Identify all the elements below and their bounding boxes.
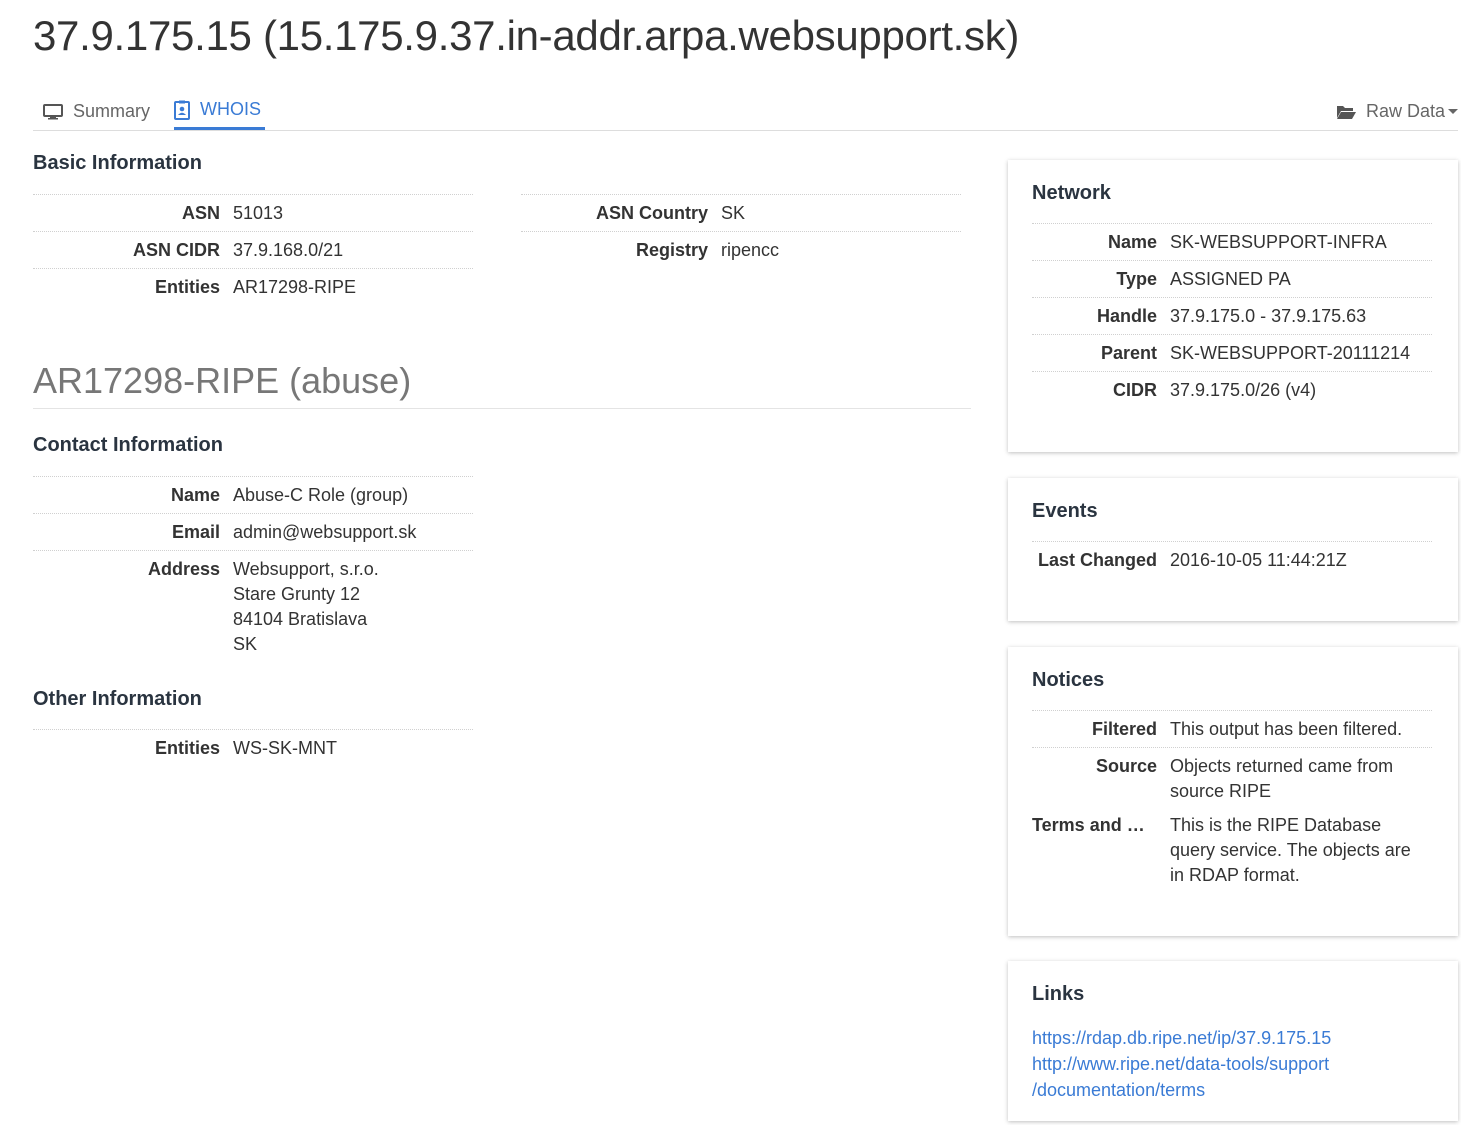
raw-data-label: Raw Data: [1365, 101, 1445, 121]
network-cidr-row: CIDR 37.9.175.0/26 (v4): [1032, 371, 1432, 408]
network-name-label: Name: [1107, 232, 1157, 252]
network-cidr-value: 37.9.175.0/26 (v4): [1170, 380, 1317, 400]
links-card: Links https://rdap.db.ripe.net/ip/37.9.1…: [1008, 961, 1458, 1121]
terms-link-line: http://www.ripe.net/data-tools/support: [1032, 1054, 1330, 1074]
notices-card: Notices Filtered This output has been fi…: [1008, 647, 1458, 936]
tab-summary[interactable]: Summary: [43, 92, 150, 131]
tab-whois-label: WHOIS: [200, 99, 261, 119]
asn-cidr-label: ASN CIDR: [132, 240, 220, 260]
contact-card-icon: [174, 100, 190, 120]
folder-open-icon: [1336, 104, 1356, 120]
tab-bar: Summary WHOIS Raw Data: [33, 92, 1458, 131]
asn-cidr-value: 37.9.168.0/21: [233, 240, 344, 260]
network-type-value: ASSIGNED PA: [1170, 269, 1291, 289]
entity-link-ws-sk-mnt[interactable]: WS-SK-MNT: [220, 736, 337, 761]
notice-source-row: Source Objects returned came from source…: [1032, 747, 1432, 807]
network-parent-row: Parent SK-WEBSUPPORT-20111214: [1032, 334, 1432, 371]
last-changed-row: Last Changed 2016-10-05 11:44:21Z: [1032, 541, 1432, 578]
address-line: Websupport, s.r.o.: [233, 559, 379, 579]
contact-address-label: Address: [147, 559, 220, 579]
contact-address-row: Address Websupport, s.r.o. Stare Grunty …: [33, 550, 473, 660]
network-cidr-label: CIDR: [1113, 380, 1157, 400]
notice-terms-row: Terms and Co... This is the RIPE Databas…: [1032, 807, 1432, 897]
terms-link[interactable]: http://www.ripe.net/data-tools/support /…: [1032, 1051, 1331, 1103]
events-heading: Events: [1032, 500, 1098, 522]
asn-row: ASN 51013: [33, 194, 473, 231]
other-information-heading: Other Information: [33, 688, 202, 710]
other-entities-row: Entities WS-SK-MNT: [33, 729, 473, 766]
entity-link-ar17298[interactable]: AR17298-RIPE: [220, 275, 356, 300]
registry-label: Registry: [635, 240, 708, 260]
network-name-row: Name SK-WEBSUPPORT-INFRA: [1032, 223, 1432, 260]
entity-title: AR17298-RIPE (abuse): [33, 360, 971, 409]
asn-value: 51013: [233, 203, 284, 223]
last-changed-label: Last Changed: [1037, 550, 1157, 570]
contact-email-label: Email: [171, 522, 220, 542]
notice-terms-value: This is the RIPE Database query service.…: [1170, 815, 1411, 885]
notice-filtered-row: Filtered This output has been filtered.: [1032, 710, 1432, 747]
notice-source-value: Objects returned came from source RIPE: [1170, 756, 1394, 801]
other-entities-label: Entities: [154, 738, 220, 758]
basic-information-heading: Basic Information: [33, 152, 202, 174]
links-heading: Links: [1032, 983, 1085, 1005]
tab-summary-label: Summary: [73, 101, 151, 121]
entities-label: Entities: [154, 277, 220, 297]
terms-link-line: /documentation/terms: [1032, 1080, 1206, 1100]
caret-down-icon: [1448, 109, 1458, 114]
contact-email-link[interactable]: admin@websupport.sk: [220, 520, 416, 545]
notice-filtered-label: Filtered: [1091, 719, 1157, 739]
network-type-row: Type ASSIGNED PA: [1032, 260, 1432, 297]
contact-email-row: Email admin@websupport.sk: [33, 513, 473, 550]
network-handle-row: Handle 37.9.175.0 - 37.9.175.63: [1032, 297, 1432, 334]
page-title: 37.9.175.15 (15.175.9.37.in-addr.arpa.we…: [33, 12, 1020, 59]
registry-value: ripencc: [721, 240, 780, 260]
network-parent-label: Parent: [1100, 343, 1157, 363]
tab-whois[interactable]: WHOIS: [174, 92, 265, 130]
network-heading: Network: [1032, 182, 1111, 204]
contact-name-value: Abuse-C Role (group): [233, 485, 409, 505]
network-handle-value: 37.9.175.0 - 37.9.175.63: [1170, 306, 1367, 326]
asn-cidr-row: ASN CIDR 37.9.168.0/21: [33, 231, 473, 268]
raw-data-dropdown[interactable]: Raw Data: [1336, 92, 1458, 131]
asn-country-row: ASN Country SK: [521, 194, 961, 231]
entities-row: Entities AR17298-RIPE: [33, 268, 473, 305]
last-changed-value: 2016-10-05 11:44:21Z: [1170, 550, 1347, 570]
network-card: Network Name SK-WEBSUPPORT-INFRA Type AS…: [1008, 160, 1458, 452]
notice-source-label: Source: [1095, 756, 1157, 776]
asn-label: ASN: [181, 203, 220, 223]
address-line: SK: [233, 634, 258, 654]
asn-country-label: ASN Country: [596, 203, 708, 223]
contact-information-heading: Contact Information: [33, 434, 223, 456]
address-line: 84104 Bratislava: [233, 609, 368, 629]
network-name-value: SK-WEBSUPPORT-INFRA: [1170, 232, 1387, 252]
rdap-link[interactable]: https://rdap.db.ripe.net/ip/37.9.175.15: [1032, 1025, 1331, 1051]
contact-name-label: Name: [170, 485, 220, 505]
network-type-label: Type: [1116, 269, 1157, 289]
contact-name-row: Name Abuse-C Role (group): [33, 476, 473, 513]
registry-row: Registry ripencc: [521, 231, 961, 268]
notice-filtered-value: This output has been filtered.: [1170, 719, 1403, 739]
notice-terms-label: Terms and Co...: [1032, 815, 1157, 835]
notices-heading: Notices: [1032, 669, 1105, 691]
network-handle-label: Handle: [1096, 306, 1157, 326]
links-list: https://rdap.db.ripe.net/ip/37.9.175.15 …: [1032, 1025, 1331, 1103]
events-card: Events Last Changed 2016-10-05 11:44:21Z: [1008, 478, 1458, 621]
asn-country-value: SK: [721, 203, 746, 223]
address-line: Stare Grunty 12: [233, 584, 361, 604]
contact-address-value: Websupport, s.r.o. Stare Grunty 12 84104…: [220, 557, 379, 657]
network-parent-value: SK-WEBSUPPORT-20111214: [1170, 343, 1411, 363]
monitor-icon: [43, 103, 63, 120]
